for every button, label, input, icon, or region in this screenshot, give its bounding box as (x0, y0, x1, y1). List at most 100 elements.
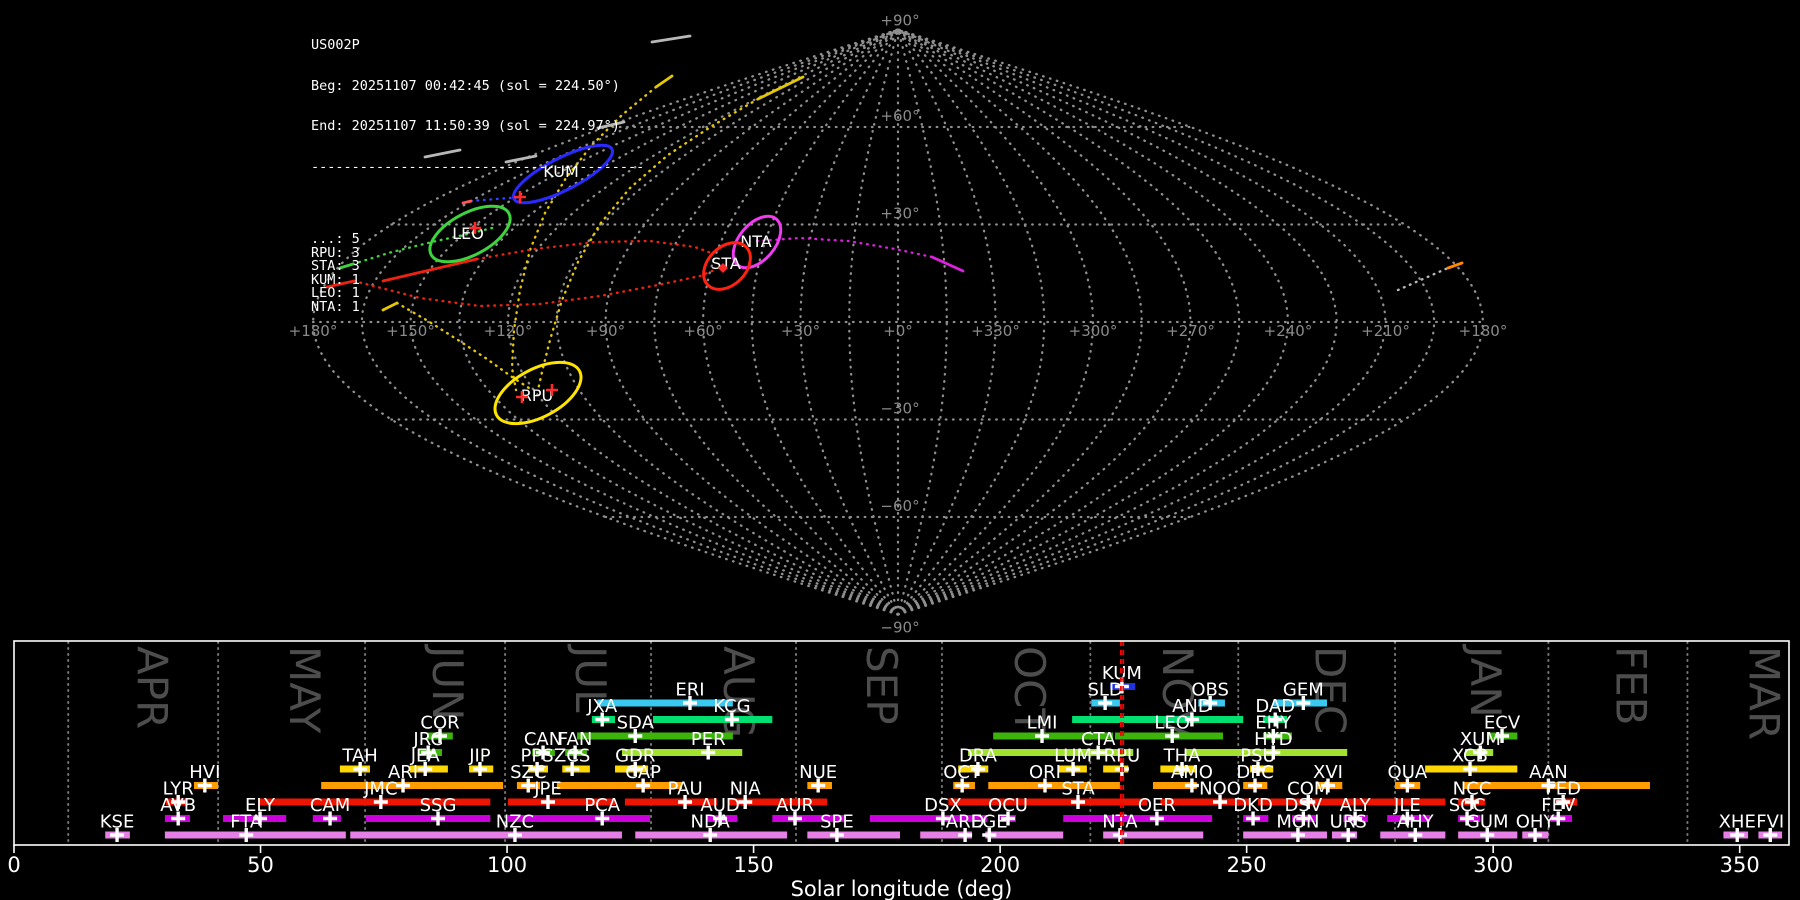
lon-label: +60° (683, 322, 722, 340)
lon-label: +0° (883, 322, 913, 340)
x-tick-label-50: 50 (247, 853, 274, 877)
x-tick-label-200: 200 (980, 853, 1020, 877)
shower-label-ORI: ORI (1029, 762, 1061, 783)
shower-label-TAH: TAH (341, 746, 377, 767)
x-tick-label-0: 0 (7, 853, 20, 877)
shower-label-NUE: NUE (799, 762, 837, 783)
lat-label: +30° (880, 205, 919, 223)
shower-bar-KCG (653, 716, 772, 723)
shower-label-CAM: CAM (310, 795, 350, 816)
shower-label-LEO: LEO (1154, 713, 1190, 734)
shower-label-XHE: XHE (1719, 812, 1756, 833)
lat-label: +90° (880, 12, 919, 30)
sporadic-3-trail (652, 36, 690, 42)
shower-label-KCG: KCG (713, 696, 750, 717)
shower-label-DPC: DPC (1236, 762, 1273, 783)
shower-label-HVI: HVI (189, 762, 220, 783)
shower-label-JMC: JMC (363, 779, 397, 800)
lon-label: +270° (1166, 322, 1215, 340)
activity-timeline: APRMAYJUNJULAUGSEPOCTNOVDECJANFEBMARKUME… (7, 641, 1789, 900)
shower-label-KSE: KSE (100, 812, 135, 833)
nta-meteor-1-trail (932, 257, 963, 271)
shower-label-URS: URS (1330, 812, 1367, 833)
lat-label: −30° (880, 400, 919, 418)
shower-count-list: ...: 5RPU: 3STA: 3KUM: 1LEO: 1NTA: 1 (311, 233, 644, 314)
month-label-APR: APR (127, 646, 176, 729)
month-label-JUN: JUN (423, 643, 472, 721)
shower-label-STA: STA (1061, 779, 1095, 800)
shower-bar-STA (948, 799, 1147, 806)
session-info-panel: US002P Beg: 20251107 00:42:45 (sol = 224… (311, 12, 644, 341)
shower-label-ERI: ERI (675, 680, 704, 701)
lon-label: +210° (1361, 322, 1410, 340)
shower-bar-ORI (988, 782, 1120, 789)
shower-label-EGE: EGE (971, 812, 1008, 833)
count-line-RPU: RPU: 3 (311, 247, 644, 261)
lon-label: +30° (781, 322, 820, 340)
count-line-LEO: LEO: 1 (311, 287, 644, 301)
shower-bar-ARI (321, 782, 503, 789)
shower-bar-SPE (807, 832, 900, 839)
lon-label: +240° (1264, 322, 1313, 340)
month-label-JAN: JAN (1461, 643, 1510, 718)
month-label-MAY: MAY (280, 646, 329, 734)
month-label-MAR: MAR (1740, 646, 1789, 740)
shower-label-PCA: PCA (584, 795, 620, 816)
shower-label-AUR: AUR (776, 795, 814, 816)
shower-label-PER: PER (691, 729, 726, 750)
meteor-radiant-screen: +180°+150°+120°+90°+60°+30°+0°+330°+300°… (0, 0, 1800, 900)
shower-label-SPE: SPE (820, 812, 854, 833)
shower-bar-MON (1243, 832, 1327, 839)
lat-label: +60° (880, 107, 919, 125)
shower-bar-NZC (350, 832, 622, 839)
x-tick-label-250: 250 (1227, 853, 1267, 877)
shower-label-PAU: PAU (667, 779, 702, 800)
shower-label-OER: OER (1138, 795, 1176, 816)
month-label-SEP: SEP (857, 646, 906, 725)
shower-label-LMI: LMI (1027, 713, 1058, 734)
lat-label: −60° (880, 497, 919, 515)
lon-label: +180° (1459, 322, 1508, 340)
lon-label: +330° (971, 322, 1020, 340)
separator-line: ----------------------------------------… (311, 161, 644, 175)
shower-label-GUM: GUM (1466, 812, 1509, 833)
shower-bar-FTA (165, 832, 346, 839)
shower-bar-SSG (366, 815, 490, 822)
shower-label-NZC: NZC (496, 812, 534, 833)
x-tick-label-100: 100 (487, 853, 527, 877)
count-line-STA: STA: 3 (311, 260, 644, 274)
x-tick-label-300: 300 (1473, 853, 1513, 877)
count-line-KUM: KUM: 1 (311, 274, 644, 288)
shower-label-JXA: JXA (586, 696, 618, 717)
shower-label-JIP: JIP (468, 746, 491, 767)
x-tick-label-350: 350 (1720, 853, 1760, 877)
shower-label-SDA: SDA (617, 713, 655, 734)
shower-bar-OER (1063, 815, 1212, 822)
shower-label-SSG: SSG (420, 795, 457, 816)
month-label-AUG: AUG (714, 646, 763, 738)
month-label-FEB: FEB (1606, 646, 1655, 726)
sporadic-4-trail (1448, 263, 1462, 268)
shower-label-XCB: XCB (1452, 746, 1488, 767)
lon-label: +300° (1069, 322, 1118, 340)
session-end: End: 20251107 11:50:39 (sol = 224.97°) (311, 120, 644, 134)
shower-label-RPU: RPU (1104, 746, 1141, 767)
shower-label-FVI: FVI (1756, 812, 1784, 833)
sporadic-4-track (1398, 268, 1448, 290)
shower-label-DKD: DKD (1233, 795, 1273, 816)
shower-bar-EGE (985, 832, 1063, 839)
lat-label: −90° (880, 619, 919, 637)
shower-label-OHY: OHY (1516, 812, 1556, 833)
spacer (311, 201, 644, 206)
shower-label-NDA: NDA (691, 812, 731, 833)
rpu-meteor-2-trail (656, 76, 672, 87)
radiant-label-NTA: NTA (740, 232, 772, 251)
shower-label-FTA: FTA (230, 812, 263, 833)
radiant-label-STA: STA (711, 254, 741, 273)
count-line-NTA: NTA: 1 (311, 301, 644, 315)
session-begin: Beg: 20251107 00:42:45 (sol = 224.50°) (311, 80, 644, 94)
shower-label-SLD: SLD (1087, 680, 1122, 701)
x-tick-label-150: 150 (734, 853, 774, 877)
shower-label-CAP: CAP (625, 762, 661, 783)
x-axis-title: Solar longitude (deg) (791, 877, 1013, 900)
